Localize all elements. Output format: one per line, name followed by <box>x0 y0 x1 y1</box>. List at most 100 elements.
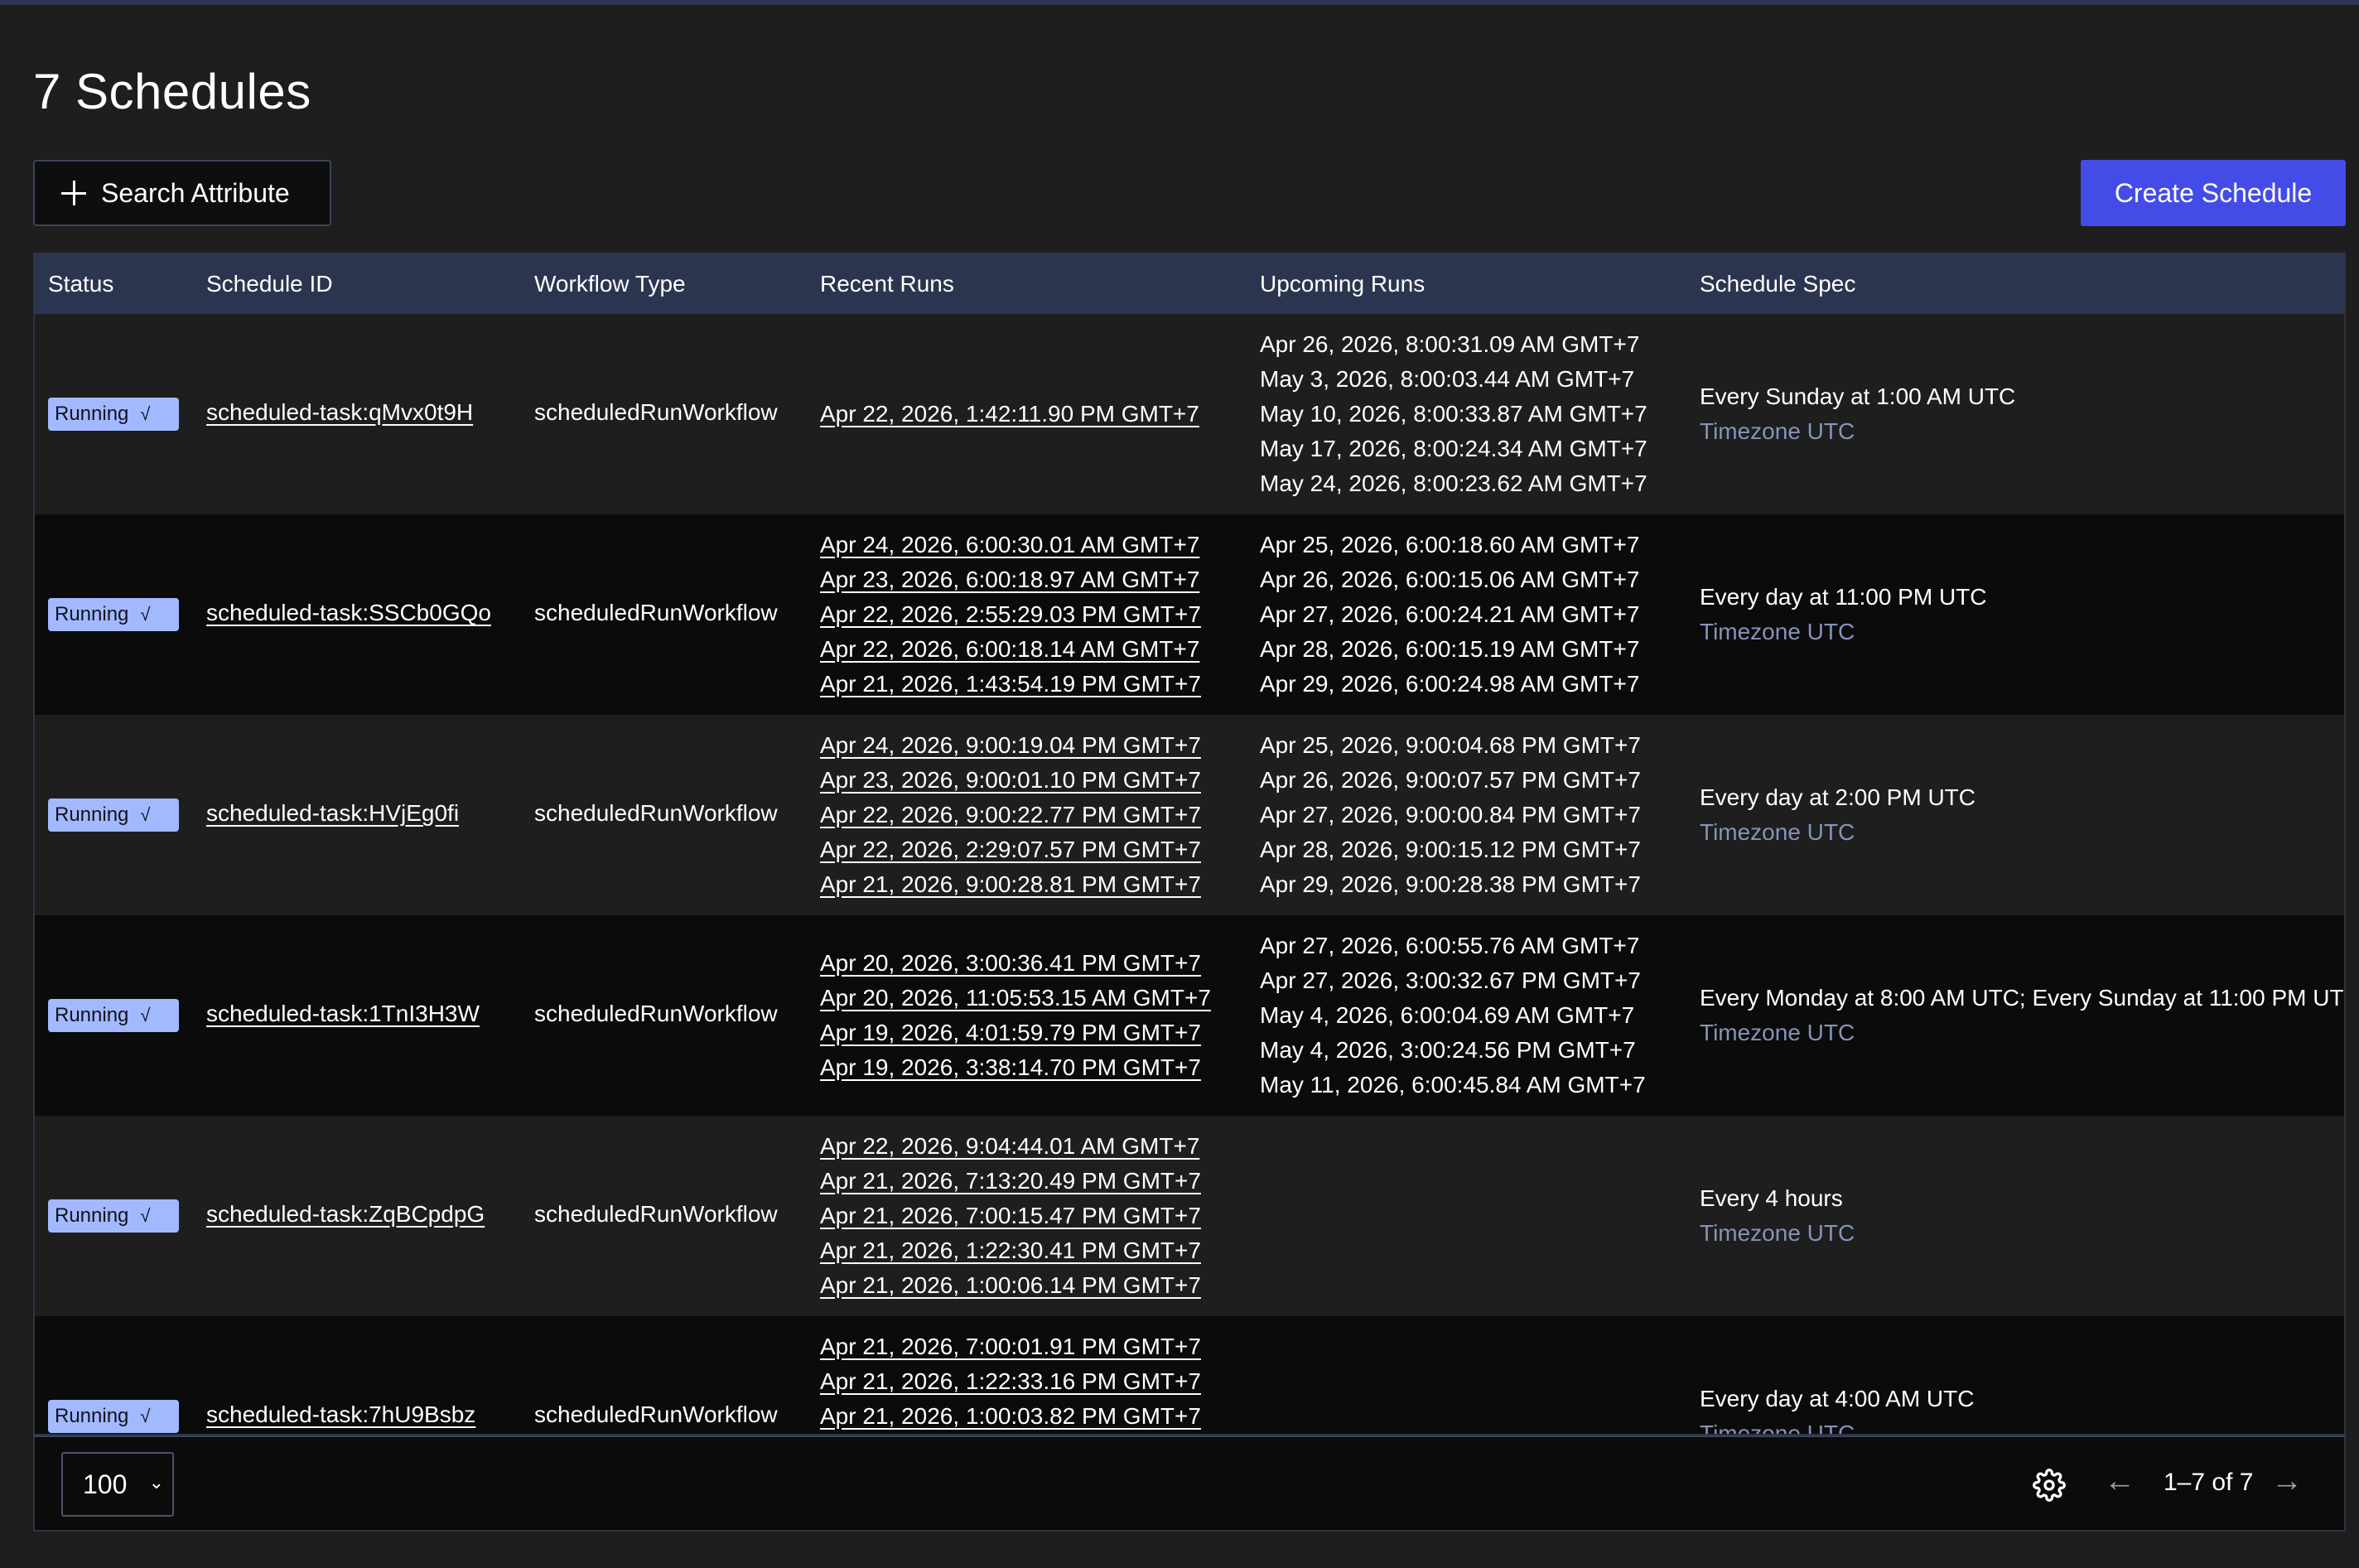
schedule-id-link[interactable]: scheduled-task:qMvx0t9H <box>206 399 473 426</box>
table-row: Running √ scheduled-task:7hU9Bsbz scheduled… <box>35 1316 2344 1435</box>
table-body: Running √ scheduled-task:qMvx0t9H scheduled… <box>35 314 2344 1435</box>
schedule-spec-text: Every 4 hours <box>1700 1185 1843 1211</box>
upcoming-run: May 11, 2026, 6:00:45.84 AM GMT+7 <box>1260 1072 1646 1098</box>
status-badge: Running √ <box>48 798 179 832</box>
recent-run-link[interactable]: Apr 20, 2026, 11:05:53.15 AM GMT+7 <box>820 981 1211 1016</box>
recent-run-link[interactable]: Apr 22, 2026, 6:00:18.14 AM GMT+7 <box>820 632 1201 667</box>
timezone-label: Timezone UTC <box>1700 1421 1855 1435</box>
schedule-id-link[interactable]: scheduled-task:SSCb0GQo <box>206 600 491 626</box>
workflow-type: scheduledRunWorkflow <box>534 1001 778 1026</box>
upcoming-run: May 17, 2026, 8:00:24.34 AM GMT+7 <box>1260 436 1647 461</box>
recent-run-link[interactable]: Apr 22, 2026, 9:00:22.77 PM GMT+7 <box>820 798 1201 832</box>
table-row: Running √ scheduled-task:SSCb0GQo scheduled… <box>35 514 2344 715</box>
schedule-spec: Every Sunday at 1:00 AM UTC Timezone UTC <box>1700 379 2015 449</box>
recent-run-link[interactable]: Apr 21, 2026, 9:00:28.81 PM GMT+7 <box>820 867 1201 902</box>
pulse-icon: √ <box>140 1406 151 1426</box>
recent-run-link[interactable]: Apr 22, 2026, 2:55:29.03 PM GMT+7 <box>820 597 1201 632</box>
timezone-label: Timezone UTC <box>1700 819 1855 845</box>
column-header-schedule-id: Schedule ID <box>206 271 333 297</box>
upcoming-run: Apr 26, 2026, 8:00:31.09 AM GMT+7 <box>1260 331 1640 357</box>
recent-run-link[interactable]: Apr 24, 2026, 9:00:19.04 PM GMT+7 <box>820 728 1201 763</box>
recent-runs: Apr 21, 2026, 7:00:01.91 PM GMT+7 Apr 21,… <box>820 1329 1201 1434</box>
recent-run-link[interactable]: Apr 21, 2026, 7:00:01.91 PM GMT+7 <box>820 1329 1201 1364</box>
schedule-id-link[interactable]: scheduled-task:1TnI3H3W <box>206 1001 480 1027</box>
upcoming-run: Apr 28, 2026, 6:00:15.19 AM GMT+7 <box>1260 636 1640 662</box>
pulse-icon: √ <box>140 604 151 625</box>
upcoming-run: Apr 27, 2026, 3:00:32.67 PM GMT+7 <box>1260 967 1641 993</box>
create-schedule-button[interactable]: Create Schedule <box>2081 160 2346 226</box>
workflow-type: scheduledRunWorkflow <box>534 800 778 826</box>
status-label: Running <box>55 1004 129 1026</box>
page-size-select[interactable]: 100 ⌄ <box>61 1452 174 1517</box>
schedules-table: Status Schedule ID Workflow Type Recent … <box>33 253 2346 1435</box>
schedule-id-link[interactable]: scheduled-task:HVjEg0fi <box>206 800 459 827</box>
schedule-id-link[interactable]: scheduled-task:ZqBCpdpG <box>206 1201 485 1228</box>
status-badge: Running √ <box>48 598 179 631</box>
recent-runs: Apr 22, 2026, 9:04:44.01 AM GMT+7 Apr 21,… <box>820 1129 1201 1303</box>
column-header-schedule-spec: Schedule Spec <box>1700 271 1856 297</box>
recent-run-link[interactable]: Apr 21, 2026, 7:00:15.47 PM GMT+7 <box>820 1199 1201 1233</box>
column-header-workflow-type: Workflow Type <box>534 271 686 297</box>
recent-run-link[interactable]: Apr 21, 2026, 1:43:54.19 PM GMT+7 <box>820 667 1201 702</box>
schedule-spec-text: Every day at 4:00 AM UTC <box>1700 1386 1975 1411</box>
arrow-left-icon[interactable]: ← <box>2104 1464 2135 1499</box>
table-row: Running √ scheduled-task:ZqBCpdpG scheduled… <box>35 1116 2344 1316</box>
upcoming-run: Apr 29, 2026, 6:00:24.98 AM GMT+7 <box>1260 671 1640 697</box>
workflow-type: scheduledRunWorkflow <box>534 600 778 625</box>
recent-run-link[interactable]: Apr 21, 2026, 1:00:03.82 PM GMT+7 <box>820 1399 1201 1434</box>
column-header-upcoming-runs: Upcoming Runs <box>1260 271 1426 297</box>
gear-icon[interactable] <box>2033 1469 2066 1502</box>
table-row: Running √ scheduled-task:1TnI3H3W scheduled… <box>35 915 2344 1116</box>
recent-run-link[interactable]: Apr 21, 2026, 7:13:20.49 PM GMT+7 <box>820 1164 1201 1199</box>
timezone-label: Timezone UTC <box>1700 418 1855 444</box>
recent-runs: Apr 22, 2026, 1:42:11.90 PM GMT+7 <box>820 397 1199 432</box>
column-header-recent-runs: Recent Runs <box>820 271 954 297</box>
upcoming-runs: Apr 25, 2026, 9:00:04.68 PM GMT+7 Apr 26,… <box>1260 728 1641 902</box>
workflow-type: scheduledRunWorkflow <box>534 1201 778 1227</box>
upcoming-run: Apr 28, 2026, 9:00:15.12 PM GMT+7 <box>1260 837 1641 862</box>
schedule-spec: Every day at 11:00 PM UTC Timezone UTC <box>1700 580 1987 649</box>
arrow-right-icon[interactable]: → <box>2271 1464 2303 1499</box>
recent-run-link[interactable]: Apr 20, 2026, 3:00:36.41 PM GMT+7 <box>820 946 1211 981</box>
schedule-id-link[interactable]: scheduled-task:7hU9Bsbz <box>206 1402 475 1428</box>
search-attribute-button[interactable]: Search Attribute <box>33 160 331 226</box>
schedule-spec: Every 4 hours Timezone UTC <box>1700 1181 1855 1251</box>
timezone-label: Timezone UTC <box>1700 1220 1855 1246</box>
recent-run-link[interactable]: Apr 21, 2026, 1:22:30.41 PM GMT+7 <box>820 1233 1201 1268</box>
upcoming-run: May 3, 2026, 8:00:03.44 AM GMT+7 <box>1260 366 1635 392</box>
schedule-spec-text: Every Monday at 8:00 AM UTC; Every Sunda… <box>1700 985 2344 1011</box>
status-badge: Running √ <box>48 999 179 1032</box>
status-label: Running <box>55 803 129 826</box>
recent-run-link[interactable]: Apr 22, 2026, 1:42:11.90 PM GMT+7 <box>820 397 1199 432</box>
recent-run-link[interactable]: Apr 19, 2026, 3:38:14.70 PM GMT+7 <box>820 1050 1211 1085</box>
status-label: Running <box>55 1405 129 1427</box>
upcoming-run: May 24, 2026, 8:00:23.62 AM GMT+7 <box>1260 470 1647 496</box>
recent-run-link[interactable]: Apr 21, 2026, 1:00:06.14 PM GMT+7 <box>820 1268 1201 1303</box>
status-badge: Running √ <box>48 398 179 431</box>
table-header: Status Schedule ID Workflow Type Recent … <box>35 254 2344 314</box>
pulse-icon: √ <box>140 1205 151 1226</box>
page-size-value: 100 <box>83 1469 128 1499</box>
status-badge: Running √ <box>48 1400 179 1433</box>
upcoming-runs: Apr 25, 2026, 6:00:18.60 AM GMT+7 Apr 26,… <box>1260 528 1639 702</box>
recent-run-link[interactable]: Apr 22, 2026, 2:29:07.57 PM GMT+7 <box>820 832 1201 867</box>
recent-run-link[interactable]: Apr 23, 2026, 9:00:01.10 PM GMT+7 <box>820 763 1201 798</box>
status-label: Running <box>55 603 129 625</box>
workflow-type: scheduledRunWorkflow <box>534 399 778 425</box>
pulse-icon: √ <box>140 403 151 424</box>
plus-icon <box>61 181 86 205</box>
page-title: 7 Schedules <box>33 64 311 119</box>
table-footer: 100 ⌄ ← 1–7 of 7 → <box>33 1435 2346 1532</box>
upcoming-runs: Apr 26, 2026, 8:00:31.09 AM GMT+7 May 3, … <box>1260 327 1647 501</box>
recent-run-link[interactable]: Apr 22, 2026, 9:04:44.01 AM GMT+7 <box>820 1129 1201 1164</box>
upcoming-run: May 4, 2026, 3:00:24.56 PM GMT+7 <box>1260 1037 1636 1063</box>
upcoming-run: May 10, 2026, 8:00:33.87 AM GMT+7 <box>1260 401 1647 427</box>
recent-run-link[interactable]: Apr 23, 2026, 6:00:18.97 AM GMT+7 <box>820 562 1201 597</box>
recent-run-link[interactable]: Apr 19, 2026, 4:01:59.79 PM GMT+7 <box>820 1016 1211 1050</box>
schedule-spec: Every day at 4:00 AM UTC Timezone UTC <box>1700 1382 1975 1435</box>
recent-run-link[interactable]: Apr 24, 2026, 6:00:30.01 AM GMT+7 <box>820 528 1201 562</box>
upcoming-run: May 4, 2026, 6:00:04.69 AM GMT+7 <box>1260 1002 1635 1028</box>
recent-run-link[interactable]: Apr 21, 2026, 1:22:33.16 PM GMT+7 <box>820 1364 1201 1399</box>
status-badge: Running √ <box>48 1199 179 1233</box>
timezone-label: Timezone UTC <box>1700 1020 1855 1045</box>
